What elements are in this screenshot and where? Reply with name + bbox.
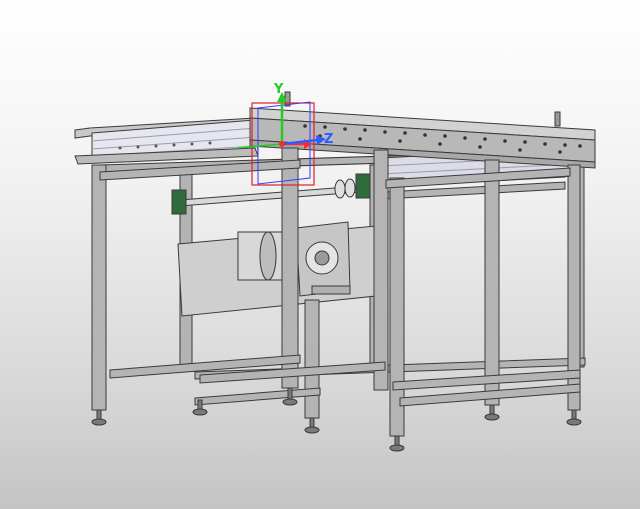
- conveyor-model[interactable]: Y Z: [0, 0, 640, 509]
- y-axis-label: Y: [273, 82, 284, 97]
- drive-shaft: [171, 173, 371, 215]
- z-axis-label: Z: [324, 132, 333, 147]
- origin-marker: [279, 141, 285, 147]
- motor-assembly: [177, 221, 377, 317]
- cad-3d-viewport[interactable]: Y Z: [0, 0, 640, 509]
